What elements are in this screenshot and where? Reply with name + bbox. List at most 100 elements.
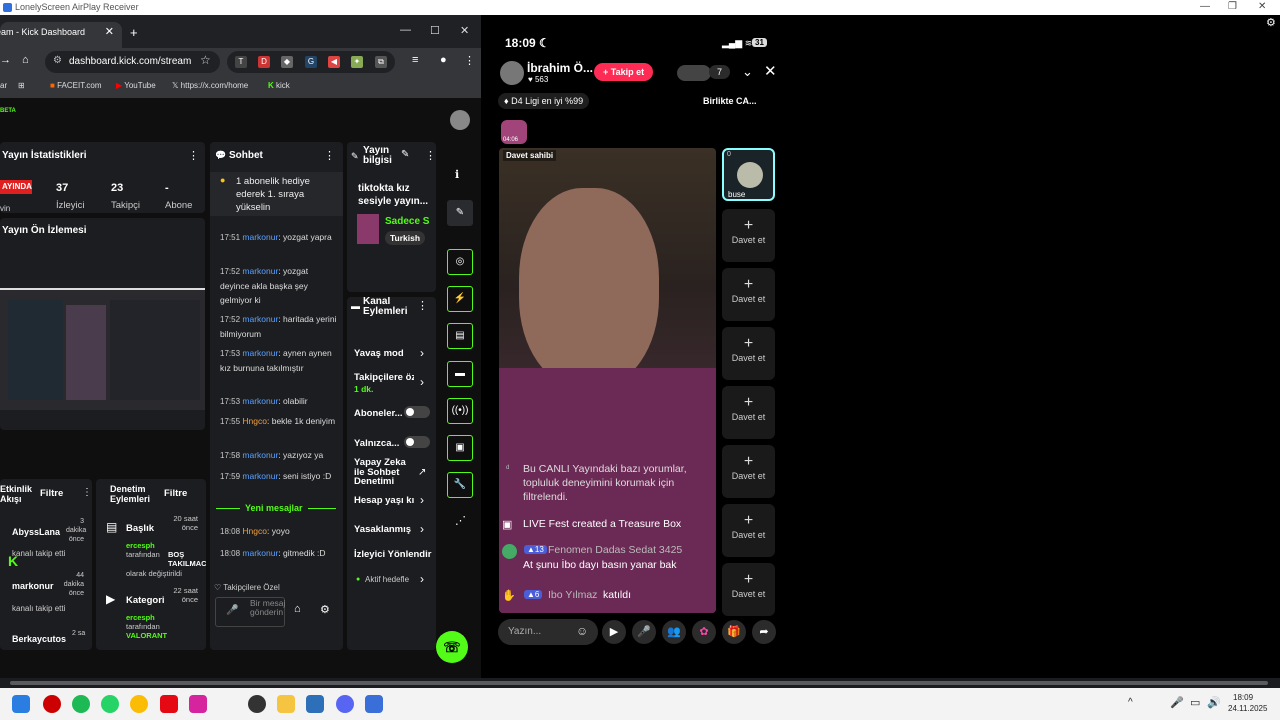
chevron-right-icon[interactable]: › xyxy=(420,493,424,507)
network-icon[interactable]: ▭ xyxy=(1190,696,1200,709)
rail-notes-button[interactable]: ▤ xyxy=(447,323,473,349)
close-icon[interactable]: ✕ xyxy=(1258,1,1266,12)
collapse-icon[interactable]: ⌄ xyxy=(742,64,753,80)
stream-info-menu-icon[interactable]: ⋮ xyxy=(425,149,436,162)
tray-chevron-icon[interactable]: ^ xyxy=(1128,697,1133,708)
mod-by[interactable]: ercesph xyxy=(126,613,155,622)
bookmark-faceit[interactable]: ■ FACEIT.com xyxy=(50,81,102,90)
mic-icon[interactable]: 🎤 xyxy=(632,620,656,644)
channel-actions-menu-icon[interactable]: ⋮ xyxy=(417,299,428,312)
browser-minimize-icon[interactable]: — xyxy=(400,24,411,36)
tab-kick-dashboard[interactable]: eam - Kick Dashboard ✕ xyxy=(0,22,122,48)
extension-icon-4[interactable]: G xyxy=(305,56,317,68)
mod-by[interactable]: ercesph xyxy=(126,541,155,550)
language-tag[interactable]: Turkish xyxy=(385,231,426,245)
instagram-icon[interactable] xyxy=(189,695,207,713)
top-viewers[interactable] xyxy=(677,65,711,81)
follow-button[interactable]: + Takip et xyxy=(594,63,654,81)
stats-menu-icon[interactable]: ⋮ xyxy=(188,149,199,162)
grid-icon[interactable]: ⊞ xyxy=(18,81,25,90)
together-label[interactable]: Birlikte CA... xyxy=(703,96,757,106)
puzzle-icon[interactable]: ⧉ xyxy=(375,56,387,68)
edit-icon[interactable]: ✎ xyxy=(401,149,409,160)
new-tab-icon[interactable]: + xyxy=(130,25,138,40)
pinned-goal[interactable]: ● 1 abonelik hediye ederek 1. sıraya yük… xyxy=(210,172,343,216)
bookmark-star-icon[interactable]: ☆ xyxy=(200,53,211,67)
close-live-icon[interactable]: ✕ xyxy=(764,62,777,80)
activity-user[interactable]: AbyssLana xyxy=(12,527,60,537)
commenter-avatar[interactable] xyxy=(502,544,517,559)
support-button[interactable]: ☏ xyxy=(436,631,468,663)
camera-off-icon[interactable]: ▶ xyxy=(602,620,626,644)
store-icon[interactable]: ⌂ xyxy=(294,603,301,615)
joiner-name[interactable]: Ibo Yılmaz xyxy=(548,589,597,601)
invite-slot[interactable]: + Davet et xyxy=(722,327,775,380)
invite-slot[interactable]: + Davet et xyxy=(722,563,775,616)
host-avatar[interactable] xyxy=(500,61,524,85)
settings-icon[interactable]: ⚙ xyxy=(320,603,330,616)
invite-slot[interactable]: + Davet et xyxy=(722,209,775,262)
info-icon[interactable]: ℹ xyxy=(455,168,459,181)
media-icon[interactable]: ≡ xyxy=(412,54,418,66)
invite-slot[interactable]: + Davet et xyxy=(722,504,775,557)
rail-broadcast-button[interactable]: ((•)) xyxy=(447,398,473,424)
start-icon[interactable] xyxy=(12,695,30,713)
comment-input[interactable]: Yazın... ☺ xyxy=(498,619,598,645)
address-bar[interactable]: ⚙ dashboard.kick.com/stream xyxy=(45,51,220,73)
extension-icon-5[interactable]: ◀ xyxy=(328,56,340,68)
rail-capture-button[interactable]: ◎ xyxy=(447,249,473,275)
bookmark-youtube[interactable]: ▶ YouTube xyxy=(116,81,156,90)
chevron-right-icon[interactable]: › xyxy=(420,572,424,586)
app-icon-8[interactable] xyxy=(248,695,266,713)
category-thumbnail[interactable] xyxy=(357,214,379,244)
rail-wrench-button[interactable]: 🔧 xyxy=(447,472,473,498)
category-name[interactable]: Sadece S xyxy=(385,216,429,227)
gift-icon[interactable]: 🎁 xyxy=(722,620,746,644)
kick-logo[interactable]: BETA xyxy=(0,108,16,114)
menu-icon[interactable]: ⋮ xyxy=(464,54,475,67)
app-icon-1[interactable] xyxy=(43,695,61,713)
ai-moderation-action[interactable]: Yapay Zeka ile Sohbet Denetimi xyxy=(354,458,414,487)
mic-tray-icon[interactable]: 🎤 xyxy=(1170,696,1184,709)
activity-menu-icon[interactable]: ⋮ xyxy=(82,487,92,498)
raid-action[interactable]: İzleyici Yönlendir xyxy=(354,549,432,560)
chevron-right-icon[interactable]: › xyxy=(420,346,424,360)
chevron-right-icon[interactable]: › xyxy=(420,375,424,389)
receiver-settings-icon[interactable]: ⚙ xyxy=(1266,16,1276,29)
folder-icon[interactable] xyxy=(277,695,295,713)
shield-icon[interactable]: ◆ xyxy=(281,56,293,68)
activity-user[interactable]: Berkaycutos xyxy=(12,634,66,644)
banned-words-action[interactable]: Yasaklanmış xyxy=(354,524,414,535)
followers-only-action[interactable]: Takipçilere öz xyxy=(354,372,414,383)
clock-time[interactable]: 18:09 xyxy=(1233,693,1253,702)
emote-only-toggle[interactable] xyxy=(404,436,430,448)
app-icon-10[interactable] xyxy=(306,695,324,713)
extension-icon-6[interactable]: ✦ xyxy=(351,56,363,68)
extension-icon-2[interactable]: D xyxy=(258,56,270,68)
chat-menu-icon[interactable]: ⋮ xyxy=(324,149,335,162)
commenter-name[interactable]: Fenomen Dadas Sedat 3425 xyxy=(548,544,682,556)
rail-layout-button[interactable]: ▣ xyxy=(447,435,473,461)
tab-close-icon[interactable]: ✕ xyxy=(105,25,114,38)
bookmark-x[interactable]: 𝕏 https://x.com/home xyxy=(172,81,248,90)
viewer-count[interactable]: 7 xyxy=(709,65,731,79)
netflix-icon[interactable] xyxy=(160,695,178,713)
browser-close-icon[interactable]: ✕ xyxy=(460,24,469,37)
rail-flash-button[interactable]: ⚡ xyxy=(447,286,473,312)
site-info-icon[interactable]: ⚙ xyxy=(53,55,62,66)
guest-slot-buse[interactable]: 0 buse xyxy=(722,148,775,201)
extension-icon-1[interactable]: T xyxy=(235,56,247,68)
chrome-icon[interactable] xyxy=(130,695,148,713)
mic-icon[interactable]: 🎤 xyxy=(226,605,238,616)
clock-date[interactable]: 24.11.2025 xyxy=(1228,704,1267,713)
chat-input[interactable]: 🎤 Bir mesaj gönderin xyxy=(215,597,285,627)
whatsapp-icon[interactable] xyxy=(101,695,119,713)
browser-maximize-icon[interactable]: ☐ xyxy=(430,24,440,37)
guests-icon[interactable]: 👥 xyxy=(662,620,686,644)
rank-badge[interactable]: ♦ D4 Ligi en iyi %99 xyxy=(498,93,590,109)
activity-user[interactable]: markonur xyxy=(12,581,54,591)
invite-slot[interactable]: + Davet et xyxy=(722,268,775,321)
external-link-icon[interactable]: ↗ xyxy=(418,467,426,478)
home-icon[interactable]: ⌂ xyxy=(22,54,29,66)
rail-chat-button[interactable]: ▬ xyxy=(447,361,473,387)
